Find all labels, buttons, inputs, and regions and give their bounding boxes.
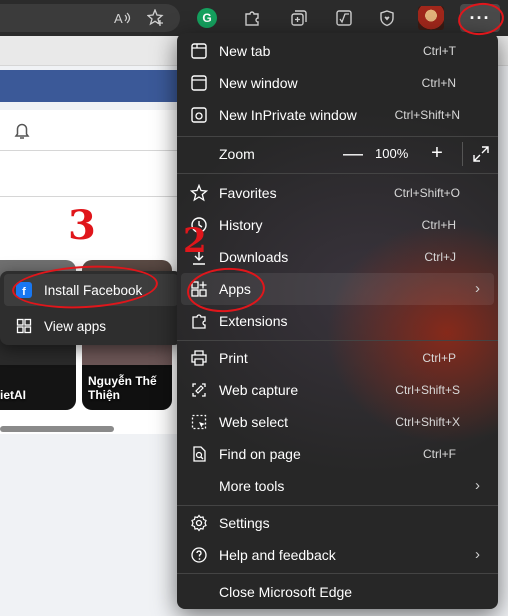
fullscreen-icon[interactable]: [469, 142, 493, 166]
heart-shield-icon[interactable]: [376, 7, 398, 29]
story-name: Nguyễn Thế Thiện: [88, 374, 157, 402]
web-capture-icon: [189, 380, 209, 400]
menu-item-shortcut: Ctrl+J: [424, 250, 456, 264]
browser-toolbar: A G ···: [0, 0, 508, 36]
menu-item-label: Find on page: [219, 446, 301, 462]
menu-item-label: Close Microsoft Edge: [219, 584, 353, 600]
menu-divider: [177, 573, 498, 574]
grammarly-icon[interactable]: G: [197, 8, 217, 28]
annotation-step-3: 3: [68, 202, 96, 249]
divider: [0, 150, 200, 151]
view-apps-item[interactable]: View apps: [4, 310, 178, 342]
menu-item-label: Settings: [219, 515, 270, 531]
menu-item-web-capture[interactable]: Web capture Ctrl+Shift+S: [181, 374, 494, 406]
menu-item-favorites[interactable]: Favorites Ctrl+Shift+O: [181, 177, 494, 209]
menu-item-shortcut: Ctrl+F: [423, 447, 456, 461]
menu-item-close-microsoft-edge[interactable]: Close Microsoft Edge: [181, 576, 494, 608]
menu-item-label: Extensions: [219, 313, 288, 329]
zoom-divider: [462, 142, 463, 166]
menu-item-shortcut: Ctrl+H: [421, 218, 456, 232]
menu-divider: [177, 173, 498, 174]
menu-item-print[interactable]: Print Ctrl+P: [181, 342, 494, 374]
star-icon: [189, 183, 209, 203]
gear-icon: [189, 513, 209, 533]
menu-item-settings[interactable]: Settings: [181, 507, 494, 539]
menu-item-shortcut: Ctrl+Shift+O: [393, 186, 460, 200]
menu-item-label: Downloads: [219, 249, 289, 265]
annotation-step-2: 2: [183, 221, 207, 261]
menu-item-label: Print: [219, 350, 248, 366]
menu-divider: [177, 505, 498, 506]
window-icon: [189, 73, 209, 93]
puzzle-icon: [189, 311, 209, 331]
chevron-right-icon: ›: [475, 477, 480, 494]
menu-item-find-on-page[interactable]: Find on page Ctrl+F: [181, 438, 494, 470]
extensions-icon[interactable]: [241, 7, 263, 29]
menu-item-more-tools[interactable]: More tools ›: [181, 470, 494, 502]
menu-item-label: New tab: [219, 43, 271, 59]
divider: [0, 196, 200, 197]
bell-icon[interactable]: [12, 121, 34, 143]
print-icon: [189, 348, 209, 368]
zoom-value: 100%: [375, 146, 409, 161]
collections-icon[interactable]: [288, 7, 310, 29]
menu-item-shortcut: Ctrl+Shift+N: [394, 108, 460, 122]
menu-item-history[interactable]: History Ctrl+H: [181, 209, 494, 241]
menu-item-label: Web select: [219, 414, 288, 430]
menu-item-label: More tools: [219, 478, 285, 494]
view-apps-label: View apps: [44, 318, 107, 334]
menu-item-new-tab[interactable]: New tab Ctrl+T: [181, 35, 494, 67]
menu-divider: [177, 340, 498, 341]
horizontal-scrollbar[interactable]: [0, 426, 114, 432]
menu-item-shortcut: Ctrl+T: [423, 44, 456, 58]
settings-and-more-menu: New tab Ctrl+T New window Ctrl+N New InP…: [177, 33, 498, 609]
zoom-in-button[interactable]: +: [425, 141, 449, 165]
menu-item-web-select[interactable]: Web select Ctrl+Shift+X: [181, 406, 494, 438]
menu-item-shortcut: Ctrl+Shift+S: [395, 383, 460, 397]
add-favorite-icon[interactable]: [145, 7, 167, 29]
menu-item-new-inprivate-window[interactable]: New InPrivate window Ctrl+Shift+N: [181, 99, 494, 131]
zoom-out-button[interactable]: —: [341, 142, 365, 166]
story-name: ietAI: [0, 388, 27, 402]
menu-item-shortcut: Ctrl+Shift+X: [395, 415, 460, 429]
svg-text:A: A: [114, 11, 123, 26]
profile-avatar[interactable]: [418, 6, 444, 30]
menu-item-label: Favorites: [219, 185, 277, 201]
menu-item-shortcut: Ctrl+P: [422, 351, 456, 365]
menu-item-label: Web capture: [219, 382, 299, 398]
help-icon: [189, 545, 209, 565]
menu-item-label: History: [219, 217, 263, 233]
zoom-row: Zoom — 100% +: [181, 138, 494, 170]
apps-grid-icon: [4, 318, 44, 334]
zoom-label: Zoom: [219, 146, 255, 162]
web-select-icon: [189, 412, 209, 432]
find-icon: [189, 444, 209, 464]
chevron-right-icon: ›: [475, 546, 480, 563]
menu-item-label: Help and feedback: [219, 547, 336, 563]
menu-item-shortcut: Ctrl+N: [421, 76, 456, 90]
menu-item-new-window[interactable]: New window Ctrl+N: [181, 67, 494, 99]
inprivate-icon: [189, 105, 209, 125]
menu-item-label: New window: [219, 75, 298, 91]
new-tab-icon: [189, 41, 209, 61]
math-solver-icon[interactable]: [333, 7, 355, 29]
facebook-header-bar: [0, 70, 200, 102]
chevron-right-icon: ›: [475, 280, 480, 297]
menu-divider: [177, 136, 498, 137]
menu-item-label: New InPrivate window: [219, 107, 357, 123]
read-aloud-icon[interactable]: A: [112, 7, 134, 29]
menu-item-help-and-feedback[interactable]: Help and feedback ›: [181, 539, 494, 571]
